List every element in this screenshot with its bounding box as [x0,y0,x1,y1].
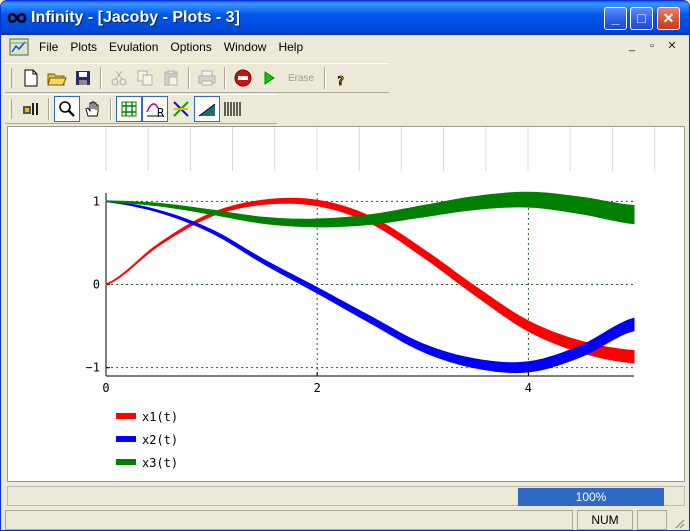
infinity-icon [7,13,27,23]
toolbar-separator [100,67,102,89]
window-title: Infinity - [Jacoby - Plots - 3] [31,9,240,26]
menu-options[interactable]: Options [164,40,217,54]
toolbar-separator [188,67,190,89]
menu-window[interactable]: Window [218,40,273,54]
app-window: Infinity - [Jacoby - Plots - 3] _ □ ✕ Fi… [0,0,690,531]
phase-button[interactable] [168,96,194,122]
status-panel-extra [637,510,667,530]
legend-swatch [116,459,136,465]
save-button[interactable] [70,65,96,91]
zoom-button[interactable] [54,96,80,122]
mdi-close-button[interactable]: ✕ [663,38,681,54]
stop-button[interactable] [230,65,256,91]
new-file-icon [24,69,38,87]
title-bar[interactable]: Infinity - [Jacoby - Plots - 3] _ □ ✕ [1,1,689,35]
minimize-button[interactable]: _ [604,7,627,30]
help-button[interactable]: ? [330,65,356,91]
y-tick-label: −1 [86,361,100,375]
grid-icon [121,101,137,117]
menu-help[interactable]: Help [272,40,309,54]
print-button[interactable] [194,65,220,91]
paste-icon [164,70,178,86]
area-fill-icon [198,103,216,117]
status-panel-main [5,510,573,530]
new-button[interactable] [18,65,44,91]
close-button[interactable]: ✕ [657,7,680,30]
grid-button[interactable] [116,96,142,122]
magnifier-icon [59,101,75,117]
toolbar-separator [110,98,112,120]
mdi-restore-button[interactable]: ▫ [643,38,661,54]
y-tick-label: 0 [93,278,100,292]
legend-swatch [116,436,136,442]
erase-button[interactable]: Erase [282,73,320,84]
run-button[interactable] [256,65,282,91]
document-icon [9,38,29,56]
progress-fill: 100% [518,488,664,506]
x-tick-label: 0 [102,381,109,395]
legend-swatch [116,413,136,419]
open-button[interactable] [44,65,70,91]
x-tick-label: 2 [314,381,321,395]
mdi-minimize-button[interactable]: _ [623,38,641,54]
printer-icon [198,70,216,86]
legend-label: x2(t) [142,433,178,447]
menu-file[interactable]: File [33,40,64,54]
range-button[interactable]: R [142,96,168,122]
legend-label: x3(t) [142,456,178,470]
plot-toolbar: R [5,94,277,124]
toolbar-separator [324,67,327,89]
scale-bars-icon [224,102,241,116]
cut-icon [111,70,127,86]
range-curve-icon: R [146,103,165,118]
copy-button[interactable] [132,65,158,91]
x-tick-label: 4 [525,381,532,395]
svg-text:?: ? [337,74,344,87]
legend-label: x1(t) [142,410,178,424]
y-tick-label: 1 [93,194,100,208]
toolbar-grip[interactable] [9,99,12,119]
toolbar-grip[interactable] [9,68,12,88]
cut-button[interactable] [106,65,132,91]
phase-cross-icon [173,101,189,117]
hand-icon [85,101,99,117]
menu-evulation[interactable]: Evulation [103,40,164,54]
scale-button[interactable] [220,96,246,122]
stop-icon [234,69,252,87]
toolbar-separator [48,98,50,120]
fill-button[interactable] [194,96,220,122]
maximize-button[interactable]: □ [630,7,653,30]
paste-button[interactable] [158,65,184,91]
pan-button[interactable] [80,96,106,122]
probe-button[interactable] [18,96,44,122]
toolbar-separator [224,67,226,89]
status-num: NUM [577,510,633,530]
copy-icon [137,70,153,86]
status-bar: 100% NUM [1,485,689,530]
help-question-icon: ? [337,74,345,87]
progress-bar: 100% [7,486,685,506]
open-folder-icon [47,73,67,86]
chart-svg[interactable]: 0 2 410−1x1(t)x2(t)x3(t) [8,127,684,481]
resize-grip-icon[interactable] [673,517,685,529]
svg-text:R: R [157,106,165,118]
standard-toolbar: Erase ? [5,63,389,93]
plot-canvas[interactable]: 0 2 4 1 0 −1 x1(t) x2(t) x3(t) [7,126,685,482]
probe-icon [23,103,38,115]
play-icon [264,71,275,85]
menu-plots[interactable]: Plots [64,40,103,54]
save-disk-icon [76,71,90,85]
menu-bar: File Plots Evulation Options Window Help… [5,36,685,58]
